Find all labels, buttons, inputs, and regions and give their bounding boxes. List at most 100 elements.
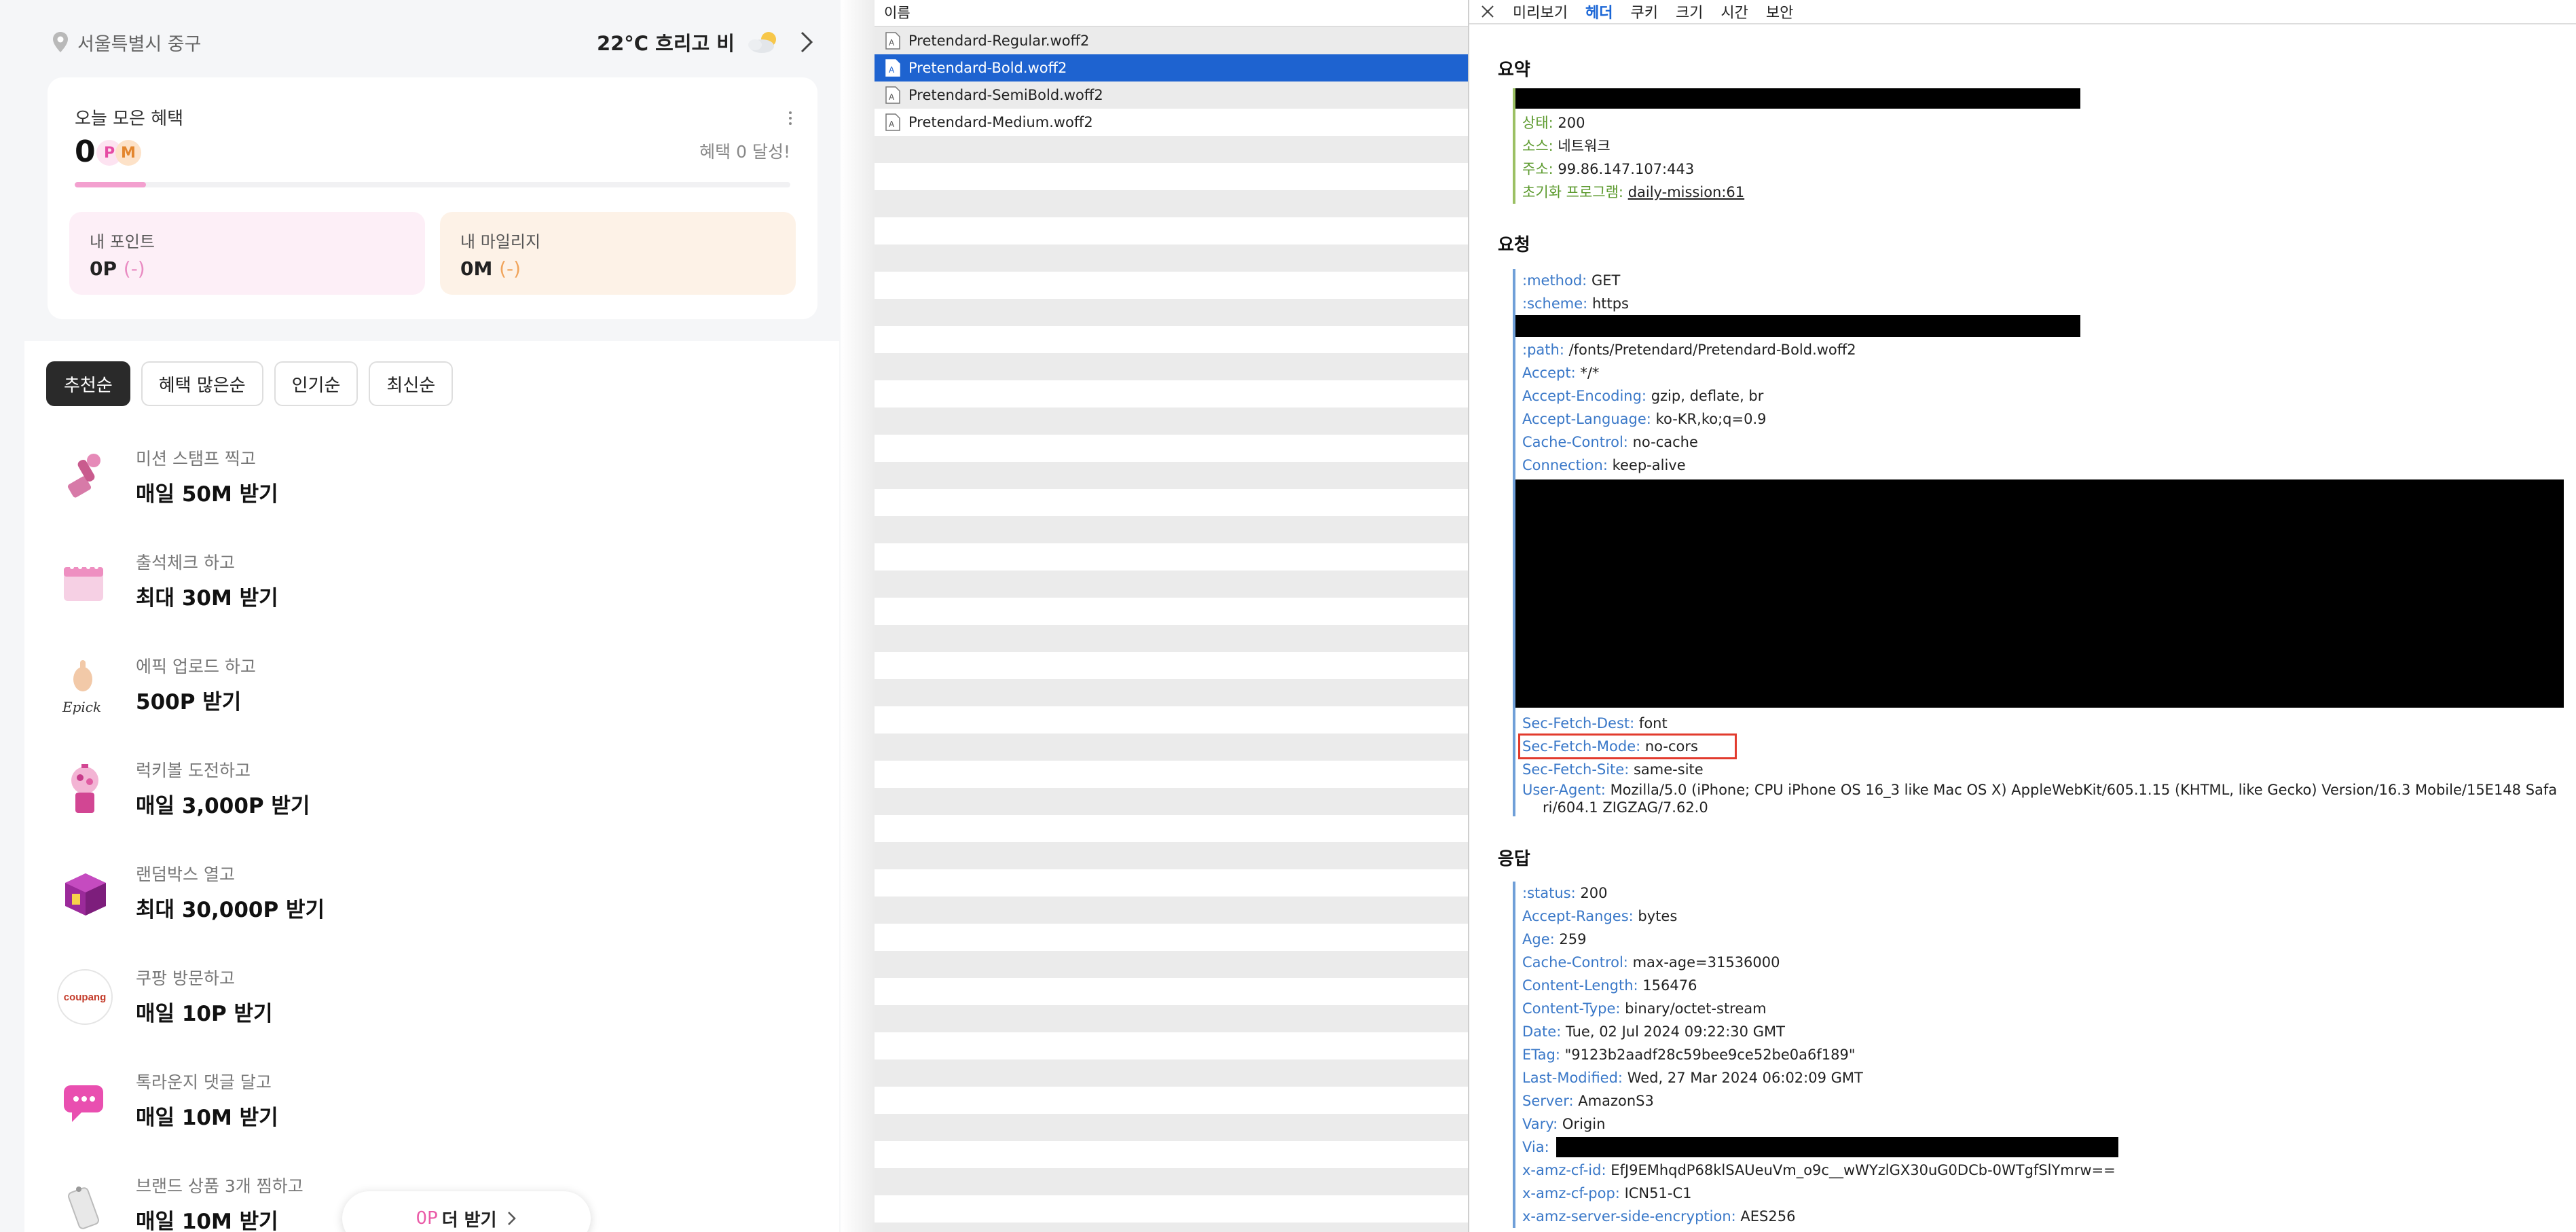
header-value: GET [1591, 272, 1621, 289]
location-text: 서울특별시 중구 [77, 33, 202, 55]
more-menu-icon[interactable] [778, 106, 803, 130]
mileage-value: 0M [460, 257, 493, 280]
mission-item[interactable]: 미션 스탬프 찍고매일 50M 받기 [56, 443, 803, 547]
header-key: Server: [1522, 1093, 1574, 1109]
header-value: ICN51-C1 [1624, 1185, 1692, 1201]
response-header-row: Date: Tue, 02 Jul 2024 09:22:30 GMT [1522, 1020, 2118, 1043]
mission-sub: 출석체크 하고 [136, 553, 235, 573]
resource-row[interactable]: A Pretendard-Medium.woff2 [875, 109, 1468, 136]
sort-tab-newest[interactable]: 최신순 [369, 361, 454, 406]
tab-security[interactable]: 보안 [1766, 1, 1793, 22]
header-key: Content-Type: [1522, 1000, 1621, 1017]
mission-reward: 최대 30M 받기 [136, 586, 278, 611]
header-key: 상태: [1522, 115, 1553, 131]
mission-sub: 미션 스탬프 찍고 [136, 449, 256, 469]
font-file-icon: A [885, 59, 900, 77]
mission-sub: 랜덤박스 열고 [136, 865, 235, 884]
resource-name: Pretendard-SemiBold.woff2 [908, 87, 1103, 103]
mission-item[interactable]: 톡라운지 댓글 달고 매일 10M 받기 [56, 1066, 803, 1170]
response-header-row: ETag: "9123b2aadf28c59bee9ce52be0a6f189" [1522, 1043, 2118, 1066]
mission-item[interactable]: 출석체크 하고최대 30M 받기 [56, 547, 803, 651]
font-file-icon: A [885, 86, 900, 104]
sort-tab-popular[interactable]: 인기순 [274, 361, 358, 406]
header-value: keep-alive [1612, 457, 1686, 473]
response-header-row: Cache-Control: max-age=31536000 [1522, 951, 2118, 974]
header-key: Cache-Control: [1522, 954, 1628, 971]
resource-row[interactable]: A Pretendard-SemiBold.woff2 [875, 81, 1468, 109]
header-value: Tue, 02 Jul 2024 09:22:30 GMT [1565, 1023, 1785, 1040]
tab-size[interactable]: 크기 [1676, 1, 1703, 22]
sort-tab-most-benefit[interactable]: 혜택 많은순 [141, 361, 263, 406]
header-key: Age: [1522, 931, 1555, 947]
mission-item[interactable]: 럭키볼 도전하고 매일 3,000P 받기 [56, 755, 803, 858]
response-header-row: Server: AmazonS3 [1522, 1089, 2118, 1112]
redacted-block [1515, 479, 2564, 708]
mission-item[interactable]: 랜덤박스 열고 최대 30,000P 받기 [56, 858, 803, 962]
mission-reward: 매일 50M 받기 [136, 482, 278, 507]
resource-row-selected[interactable]: A Pretendard-Bold.woff2 [875, 54, 1468, 81]
font-file-icon: A [885, 113, 900, 131]
request-header-row: :method: GET [1522, 269, 2564, 292]
request-section-title[interactable]: 요청 [1498, 231, 1530, 256]
weather-text: 22°C 흐리고 비 [596, 32, 735, 55]
summary-section-title[interactable]: 요약 [1498, 56, 1530, 81]
location-bar[interactable]: 서울특별시 중구 22°C 흐리고 비 [52, 26, 815, 58]
summary-row: 상태: 200 [1522, 111, 2080, 134]
coupang-logo-icon: coupang [56, 968, 114, 1026]
calendar-icon [56, 552, 114, 611]
tab-timing[interactable]: 시간 [1721, 1, 1748, 22]
mission-item[interactable]: Epick 에픽 업로드 하고 500P 받기 [56, 651, 803, 755]
header-key: x-amz-cf-id: [1522, 1162, 1606, 1178]
request-header-row: Accept: */* [1522, 361, 2564, 384]
sort-tab-recommended[interactable]: 추천순 [46, 361, 130, 406]
weather-info[interactable]: 22°C 흐리고 비 [597, 28, 784, 56]
my-point-tile[interactable]: 내 포인트 0P (-) [69, 212, 425, 295]
point-label: 내 포인트 [90, 232, 155, 251]
header-key: x-amz-cf-pop: [1522, 1185, 1620, 1201]
response-header-row: Content-Length: 156476 [1522, 974, 2118, 997]
mission-sub: 브랜드 상품 3개 찜하고 [136, 1176, 303, 1196]
tab-cookies[interactable]: 쿠키 [1630, 1, 1657, 22]
summary-row: 소스: 네트워크 [1522, 134, 2080, 158]
chat-bubble-icon [56, 1072, 114, 1130]
mission-item[interactable]: coupang 쿠팡 방문하고 매일 10P 받기 [56, 962, 803, 1066]
tab-headers[interactable]: 헤더 [1585, 1, 1613, 22]
response-header-row: Age: 259 [1522, 928, 2118, 951]
redacted-bar [1556, 1137, 2118, 1157]
summary-url-redacted [1515, 88, 2080, 111]
header-value: AES256 [1740, 1208, 1796, 1225]
mileage-value-line: 0M (-) [460, 257, 775, 280]
get-more-button[interactable]: 0P 더 받기 [342, 1191, 591, 1232]
progress-fill [75, 182, 147, 187]
header-key: Accept: [1522, 365, 1576, 381]
header-key: Accept-Language: [1522, 411, 1651, 427]
redacted-row [1515, 315, 2564, 338]
benefit-title: 오늘 모은 혜택 [75, 109, 184, 129]
svg-text:A: A [889, 38, 895, 48]
summary-block: 상태: 200 소스: 네트워크 주소: 99.86.147.107:443 초… [1513, 88, 2080, 204]
header-value: 네트워크 [1558, 138, 1611, 154]
response-section-title[interactable]: 응답 [1498, 845, 1530, 870]
header-key: :scheme: [1522, 295, 1588, 312]
header-key: ETag: [1522, 1047, 1560, 1063]
header-value: Mozilla/5.0 (iPhone; CPU iPhone OS 16_3 … [1610, 782, 2558, 798]
initiator-link[interactable]: daily-mission:61 [1628, 184, 1744, 200]
tab-preview[interactable]: 미리보기 [1513, 1, 1568, 22]
name-column-header[interactable]: 이름 [875, 0, 1468, 27]
close-icon[interactable] [1480, 4, 1495, 19]
point-delta: (-) [123, 257, 145, 280]
achieve-text: 혜택 0 달성! [699, 142, 790, 162]
resource-name: Pretendard-Bold.woff2 [908, 60, 1067, 76]
request-block: :method: GET :scheme: https :path: /font… [1513, 269, 2564, 816]
today-benefit-card: 오늘 모은 혜택 0 P M 혜택 0 달성! 내 포인트 0P (-) 내 마… [48, 77, 817, 319]
response-header-row: x-amz-server-side-encryption: AES256 [1522, 1205, 2118, 1228]
response-header-row: Vary: Origin [1522, 1112, 2118, 1136]
detail-tab-bar: 미리보기 헤더 쿠키 크기 시간 보안 [1469, 0, 2576, 24]
resource-name: Pretendard-Regular.woff2 [908, 33, 1090, 49]
my-mileage-tile[interactable]: 내 마일리지 0M (-) [440, 212, 796, 295]
response-header-row: :status: 200 [1522, 882, 2118, 905]
header-value: "9123b2aadf28c59bee9ce52be0a6f189" [1564, 1047, 1856, 1063]
resource-row[interactable]: A Pretendard-Regular.woff2 [875, 27, 1468, 54]
point-value-line: 0P (-) [90, 257, 405, 280]
chevron-right-icon[interactable] [798, 30, 815, 54]
